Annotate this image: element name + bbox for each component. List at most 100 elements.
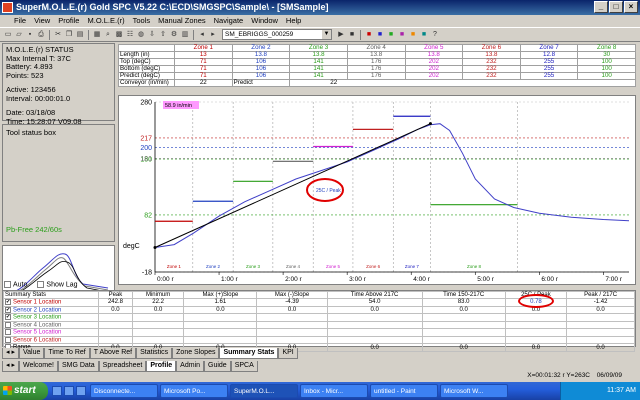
taskbar-button[interactable]: Disconnecte... bbox=[90, 384, 158, 398]
zone-cell[interactable]: 255 bbox=[519, 72, 579, 80]
stats-cell[interactable] bbox=[326, 335, 423, 345]
stats-cell[interactable]: 0.0 bbox=[326, 343, 423, 353]
new-file-icon[interactable]: ▭ bbox=[3, 30, 13, 40]
paste-icon[interactable]: ▤ bbox=[75, 30, 85, 40]
taskbar-button[interactable]: Inbox - Micr... bbox=[300, 384, 368, 398]
color-teal-icon[interactable]: ■ bbox=[419, 30, 429, 40]
stats-cell[interactable] bbox=[326, 313, 423, 322]
tab-zone-slopes[interactable]: Zone Slopes bbox=[172, 348, 220, 359]
conveyor-value[interactable]: 22 bbox=[174, 79, 233, 87]
stats-cell[interactable] bbox=[326, 328, 423, 337]
zone-cell[interactable]: 176 bbox=[346, 72, 406, 80]
color-green-icon[interactable]: ■ bbox=[386, 30, 396, 40]
stats-cell[interactable] bbox=[566, 335, 635, 345]
tab-profile[interactable]: Profile bbox=[146, 361, 177, 372]
minimize-button[interactable]: _ bbox=[594, 1, 608, 13]
upload-icon[interactable]: ⇧ bbox=[158, 30, 168, 40]
stats-column-header[interactable]: Max (+)Slope bbox=[183, 291, 258, 299]
stats-cell[interactable] bbox=[98, 328, 133, 337]
show-lag-checkbox[interactable]: Show Lag bbox=[37, 281, 78, 288]
sensor-checkbox[interactable] bbox=[5, 336, 11, 343]
color-purple-icon[interactable]: ■ bbox=[397, 30, 407, 40]
report-icon[interactable]: ▥ bbox=[180, 30, 190, 40]
menu-view[interactable]: View bbox=[34, 15, 50, 27]
tab-time-to-ref[interactable]: Time To Ref bbox=[44, 348, 90, 359]
stats-column-header[interactable]: Time Above 217C bbox=[326, 291, 423, 299]
color-red-icon[interactable]: ■ bbox=[364, 30, 374, 40]
stats-cell[interactable] bbox=[504, 335, 568, 345]
close-button[interactable]: × bbox=[624, 1, 638, 13]
stats-cell[interactable]: 0.0 bbox=[566, 343, 635, 353]
stats-cell[interactable]: 0.0 bbox=[98, 305, 133, 315]
menu-help[interactable]: Help bbox=[286, 15, 301, 27]
stats-cell[interactable] bbox=[98, 335, 133, 345]
stats-cell[interactable] bbox=[421, 328, 506, 337]
stats-cell[interactable]: 0.0 bbox=[183, 305, 258, 315]
tab-statistics[interactable]: Statistics bbox=[136, 348, 173, 359]
stats-cell[interactable]: 22.2 bbox=[131, 298, 185, 307]
tab-smg-data[interactable]: SMG Data bbox=[57, 361, 99, 372]
arrow-left-icon[interactable]: ◂ bbox=[197, 30, 207, 40]
sensor-checkbox[interactable]: ✔ bbox=[5, 314, 11, 321]
stats-column-header[interactable]: Max (-)Slope bbox=[256, 291, 328, 299]
taskbar-button[interactable]: Microsoft Po... bbox=[160, 384, 228, 398]
stats-column-header[interactable]: Peak bbox=[98, 291, 133, 299]
stats-cell[interactable] bbox=[183, 328, 258, 337]
go-icon[interactable]: ▶ bbox=[336, 30, 346, 40]
zone-cell[interactable]: 202 bbox=[404, 72, 464, 80]
copy-icon[interactable]: ❐ bbox=[64, 30, 74, 40]
stats-cell[interactable] bbox=[504, 320, 568, 330]
sensor-label[interactable]: ✔ Sensor 2 Location bbox=[3, 305, 99, 315]
stats-cell[interactable] bbox=[256, 313, 328, 322]
sensor-label[interactable]: Sensor 4 Location bbox=[3, 320, 99, 330]
profile-chart[interactable]: -18 82 180 181 200 217 280 degC Zone 1 Zone 2 Zone… bbox=[118, 95, 636, 285]
sensor-label[interactable]: Sensor 5 Location bbox=[3, 328, 99, 337]
tab-guide[interactable]: Guide bbox=[204, 361, 231, 372]
stats-cell[interactable] bbox=[504, 313, 568, 322]
print-icon[interactable]: ⎙ bbox=[36, 30, 46, 40]
stats-cell[interactable] bbox=[98, 313, 133, 322]
stats-cell[interactable] bbox=[566, 328, 635, 337]
sensor-checkbox[interactable] bbox=[5, 329, 11, 336]
menu-profile[interactable]: Profile bbox=[58, 15, 79, 27]
tab-spca[interactable]: SPCA bbox=[230, 361, 258, 372]
stats-cell[interactable] bbox=[131, 313, 185, 322]
stats-cell[interactable] bbox=[256, 320, 328, 330]
taskbar-button[interactable]: untitled - Paint bbox=[370, 384, 438, 398]
settings-icon[interactable]: ⚙ bbox=[169, 30, 179, 40]
stats-cell[interactable] bbox=[98, 320, 133, 330]
quick-launch-icon[interactable] bbox=[64, 386, 74, 396]
tab-nav-arrows[interactable]: ◂ ▸ bbox=[2, 348, 19, 359]
download-icon[interactable]: ⇩ bbox=[147, 30, 157, 40]
stats-cell[interactable] bbox=[566, 313, 635, 322]
stats-cell[interactable]: 0.78 bbox=[504, 294, 568, 309]
tab-summary-stats[interactable]: Summary Stats bbox=[219, 348, 279, 359]
stats-cell[interactable] bbox=[326, 320, 423, 330]
sensor-checkbox[interactable] bbox=[5, 321, 11, 328]
menu-mole[interactable]: M.O.L.E.(r) bbox=[87, 15, 124, 27]
stats-column-header[interactable]: Minimum bbox=[131, 291, 185, 299]
stats-cell[interactable] bbox=[183, 335, 258, 345]
stats-cell[interactable]: 83.0 bbox=[421, 298, 506, 307]
maximize-button[interactable]: □ bbox=[609, 1, 623, 13]
stats-cell[interactable] bbox=[421, 320, 506, 330]
arrow-right-icon[interactable]: ▸ bbox=[208, 30, 218, 40]
tab-nav-arrows[interactable]: ◂ ▸ bbox=[2, 361, 19, 372]
stats-cell[interactable] bbox=[421, 313, 506, 322]
stats-cell[interactable]: 54.0 bbox=[326, 298, 423, 307]
stats-cell[interactable] bbox=[131, 335, 185, 345]
cut-icon[interactable]: ✂ bbox=[53, 30, 63, 40]
profile-select[interactable]: SM_EBRIGGS_000259 ▼ bbox=[222, 29, 332, 40]
zone-cell[interactable]: 232 bbox=[462, 72, 521, 80]
grid-icon[interactable]: ▩ bbox=[114, 30, 124, 40]
zone-cell[interactable]: 100 bbox=[577, 72, 636, 80]
color-blue-icon[interactable]: ■ bbox=[375, 30, 385, 40]
tab-admin[interactable]: Admin bbox=[176, 361, 205, 372]
help-icon[interactable]: ? bbox=[430, 30, 440, 40]
sensor-label[interactable]: ✔ Sensor 3 Location bbox=[3, 313, 99, 322]
stats-column-header[interactable]: Time 150-217C bbox=[421, 291, 506, 299]
stop-icon[interactable]: ■ bbox=[347, 30, 357, 40]
stats-cell[interactable] bbox=[183, 320, 258, 330]
taskbar-button[interactable]: SuperM.O.L... bbox=[230, 384, 298, 398]
stats-cell[interactable] bbox=[256, 328, 328, 337]
